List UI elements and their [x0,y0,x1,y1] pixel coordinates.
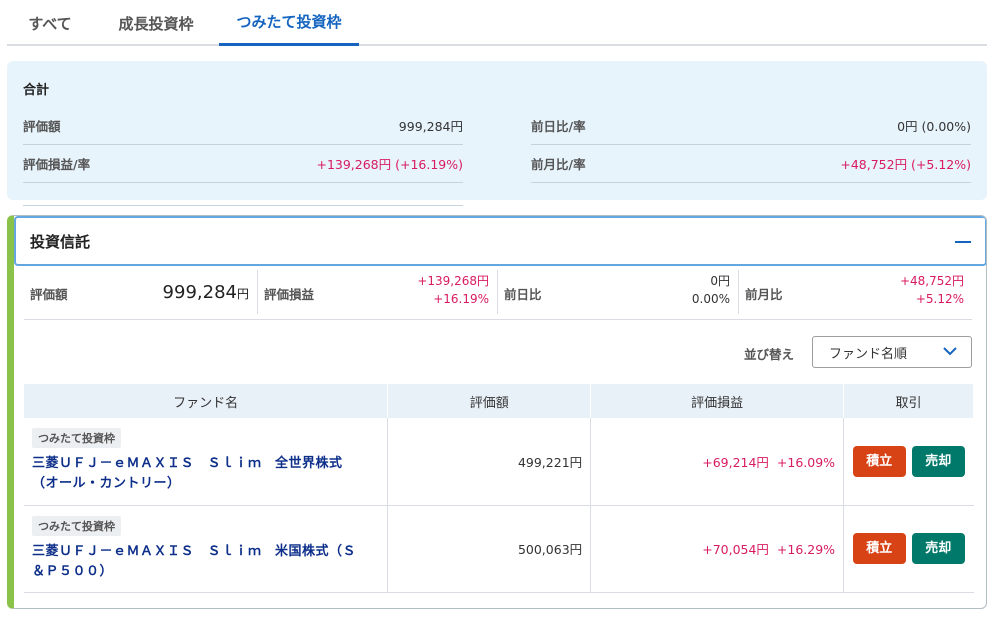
summary-label: 評価損益/率 [23,157,91,172]
sort-select[interactable]: ファンド名順 [812,336,972,368]
summary-value: +139,268円 (+16.19%) [316,157,463,172]
sort-bar: 並び替え ファンド名順 [14,336,972,368]
chevron-down-icon [943,347,957,356]
fund-valuation: 500,063円 [387,505,592,593]
metric-valuation: 評価額 999,284円 [24,270,258,314]
summary-label: 評価額 [23,119,61,134]
tab-growth[interactable]: 成長投資枠 [93,0,219,46]
fund-name-line: ＆Ｐ５００） [32,563,114,579]
summary-label: 前日比/率 [531,119,586,134]
metric-rate: +16.19% [433,292,489,306]
metric-month-change: 前月比 +48,752円 +5.12% [739,270,972,314]
metric-rate: 0.00% [691,292,730,306]
fund-pl-amount: +70,054円 [702,542,769,557]
metric-label: 前月比 [745,287,783,302]
buy-button[interactable]: 積立 [852,533,906,564]
fund-pl-rate: +16.29% [776,542,836,557]
valuation-number: 999,284 [162,282,237,303]
fund-pl-amount: +69,214円 [702,454,769,470]
fund-trade-cell: 積立 売却 [843,418,974,506]
metric-amount: 0円 [710,274,730,288]
sell-button[interactable]: 売却 [911,533,965,564]
valuation-unit: 円 [236,287,249,301]
header-fund-name: ファンド名 [24,384,389,418]
fund-name-link[interactable]: 三菱ＵＦＪ－ｅＭＡＸＩＳ Ｓｌｉｍ 全世界株式 （オール・カントリー） [32,454,387,494]
sort-label: 並び替え [743,347,794,362]
summary-row-profit-loss: 評価損益/率 +139,268円 (+16.19%) [23,145,463,183]
collapse-icon[interactable] [955,241,971,243]
fund-name-line: 三菱ＵＦＪ－ｅＭＡＸＩＳ Ｓｌｉｍ 米国株式（Ｓ [32,543,357,559]
metric-rate: +5.12% [915,292,964,306]
fund-valuation: 499,221円 [387,418,592,506]
summary-value: 0円 (0.00%) [897,119,971,134]
card-title: 投資信託 [30,232,91,251]
table-row: つみたて投資枠 三菱ＵＦＪ－ｅＭＡＸＩＳ Ｓｌｉｍ 全世界株式 （オール・カントリ… [24,418,974,506]
metric-amount: +139,268円 [417,274,489,288]
table-header-row: ファンド名 評価額 評価損益 取引 [24,384,974,418]
fund-name-line: 三菱ＵＦＪ－ｅＭＡＸＩＳ Ｓｌｉｍ 全世界株式 [32,456,343,472]
metric-label: 評価損益 [264,287,315,302]
summary-row-valuation: 評価額 999,284円 [23,107,463,145]
header-valuation: 評価額 [387,384,592,418]
sort-value: ファンド名順 [829,346,908,362]
fund-name-cell: つみたて投資枠 三菱ＵＦＪ－ｅＭＡＸＩＳ Ｓｌｉｍ 米国株式（Ｓ ＆Ｐ５００） [24,505,389,593]
metric-label: 前日比 [504,287,542,302]
fund-trade-cell: 積立 売却 [843,505,974,593]
tab-bar: すべて 成長投資枠 つみたて投資枠 [7,0,987,46]
buy-button[interactable]: 積立 [852,445,906,477]
metric-value: 999,284円 [163,282,249,303]
summary-panel: 合計 評価額 999,284円 前日比/率 0円 (0.00%) 評価損益/率 … [7,61,987,206]
fund-pl-rate: +16.09% [776,454,836,470]
fund-badge: つみたて投資枠 [32,428,121,449]
header-trade: 取引 [843,384,974,418]
investment-trust-card: 投資信託 評価額 999,284円 評価損益 +139,268円 +16.19%… [7,215,987,609]
metrics-row: 評価額 999,284円 評価損益 +139,268円 +16.19% 前日比 … [24,268,972,320]
metric-day-change: 前日比 0円 0.00% [498,270,739,314]
metric-profit-loss: 評価損益 +139,268円 +16.19% [258,270,498,314]
summary-title: 合計 [23,83,50,98]
card-header[interactable]: 投資信託 [14,216,986,266]
summary-value: 999,284円 [398,119,463,134]
metric-label: 評価額 [30,287,68,302]
summary-value: +48,752円 (+5.12%) [840,157,971,172]
fund-badge: つみたて投資枠 [32,515,121,536]
metric-amount: +48,752円 [899,274,964,288]
summary-label: 前月比/率 [531,157,586,172]
tab-tsumitate[interactable]: つみたて投資枠 [219,0,359,46]
table-row: つみたて投資枠 三菱ＵＦＪ－ｅＭＡＸＩＳ Ｓｌｉｍ 米国株式（Ｓ ＆Ｐ５００） 5… [24,505,974,593]
header-profit-loss: 評価損益 [590,384,845,418]
fund-name-link[interactable]: 三菱ＵＦＪ－ｅＭＡＸＩＳ Ｓｌｉｍ 米国株式（Ｓ ＆Ｐ５００） [32,542,387,582]
fund-name-line: （オール・カントリー） [32,476,181,492]
tab-all[interactable]: すべて [7,0,93,46]
fund-profit-loss: +70,054円 +16.29% [590,505,845,593]
sell-button[interactable]: 売却 [911,445,965,477]
fund-table: ファンド名 評価額 評価損益 取引 つみたて投資枠 三菱ＵＦＪ－ｅＭＡＸＩＳ Ｓ… [24,384,974,593]
fund-name-cell: つみたて投資枠 三菱ＵＦＪ－ｅＭＡＸＩＳ Ｓｌｉｍ 全世界株式 （オール・カントリ… [24,418,389,506]
summary-row-day-change: 前日比/率 0円 (0.00%) [531,107,971,145]
summary-row-month-change: 前月比/率 +48,752円 (+5.12%) [531,145,971,183]
fund-profit-loss: +69,214円 +16.09% [590,418,845,506]
